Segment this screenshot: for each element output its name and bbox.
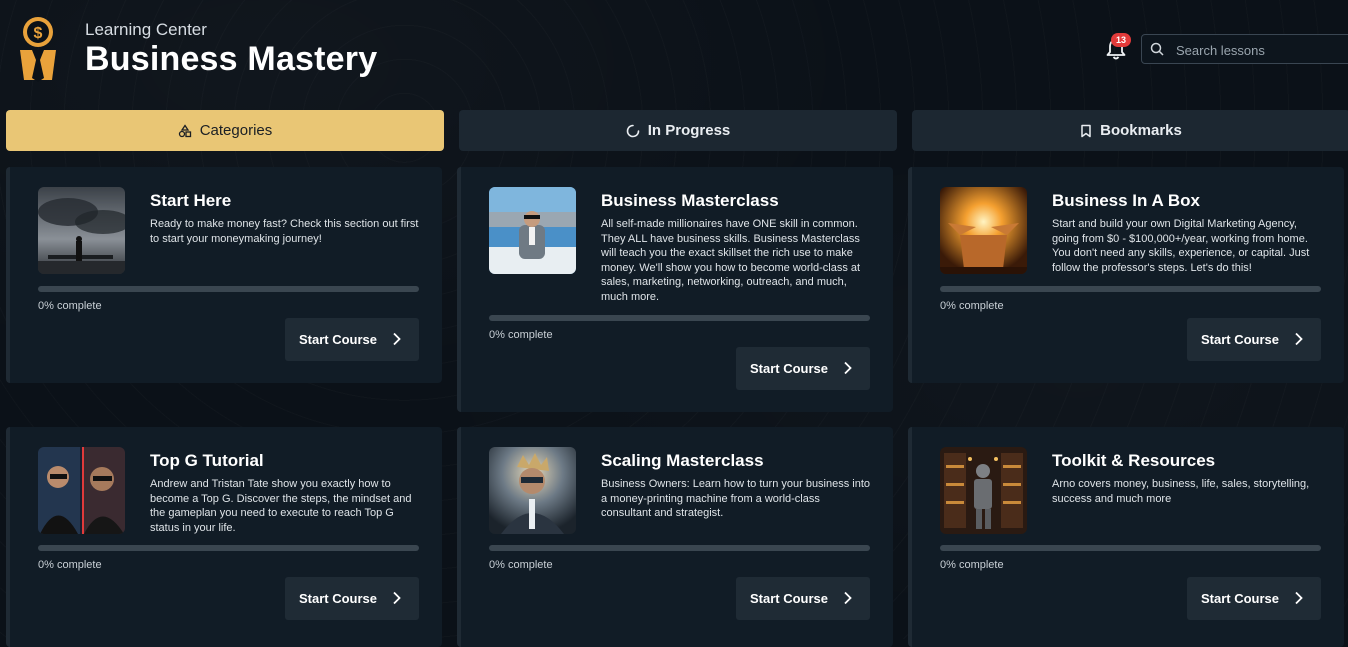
progress-text: 0% complete [38,559,102,571]
start-course-button[interactable]: Start Course [285,577,419,620]
tab-label: In Progress [647,122,731,139]
course-title: Toolkit & Resources [1052,451,1216,470]
progress-bar [489,315,870,321]
chevron-right-icon [393,591,401,605]
progress-bar [38,286,419,292]
course-description: Business Owners: Learn how to turn your … [601,478,871,520]
start-course-button[interactable]: Start Course [1187,318,1321,361]
button-label: Start Course [299,591,378,606]
progress-text: 0% complete [38,300,102,312]
button-label: Start Course [1201,332,1280,347]
course-title: Business Masterclass [601,191,779,210]
course-thumbnail [38,447,125,534]
tab-bookmarks[interactable]: Bookmarks [912,110,1348,151]
notification-badge: 13 [1111,33,1131,47]
course-card-start-here[interactable]: Start Here Ready to make money fast? Che… [6,167,442,383]
course-title: Business In A Box [1052,191,1200,210]
search-input[interactable] [1174,35,1348,65]
logo-icon: $ [20,17,56,82]
progress-text: 0% complete [489,559,553,571]
header: $ Learning Center Business Mastery 13 [0,0,1348,105]
button-label: Start Course [299,332,378,347]
course-thumbnail [489,187,576,274]
course-title: Scaling Masterclass [601,451,764,470]
button-label: Start Course [750,591,829,606]
page-title: Business Mastery [85,40,378,78]
course-description: Arno covers money, business, life, sales… [1052,478,1310,505]
tab-categories[interactable]: Categories [6,110,444,151]
progress-bar [940,286,1321,292]
start-course-button[interactable]: Start Course [1187,577,1321,620]
shapes-icon [178,123,191,137]
tab-label: Categories [199,122,273,139]
course-thumbnail [940,187,1027,274]
course-card-business-in-a-box[interactable]: Business In A Box Start and build your o… [908,167,1344,383]
tab-in-progress[interactable]: In Progress [459,110,897,151]
start-course-button[interactable]: Start Course [285,318,419,361]
start-course-button[interactable]: Start Course [736,347,870,390]
chevron-right-icon [1295,332,1303,346]
course-card-business-masterclass[interactable]: Business Masterclass All self-made milli… [457,167,893,412]
course-card-top-g-tutorial[interactable]: Top G Tutorial Andrew and Tristan Tate s… [6,427,442,647]
course-description: Andrew and Tristan Tate show you exactly… [150,478,412,534]
chevron-right-icon [1295,591,1303,605]
course-description: All self-made millionaires have ONE skil… [601,218,861,303]
button-label: Start Course [750,361,829,376]
loading-icon [626,124,640,137]
course-description: Start and build your own Digital Marketi… [1052,218,1310,274]
button-label: Start Course [1201,591,1280,606]
start-course-button[interactable]: Start Course [736,577,870,620]
course-thumbnail [38,187,125,274]
course-title: Start Here [150,191,232,210]
search-box[interactable] [1141,34,1348,65]
course-thumbnail [940,447,1027,534]
progress-bar [38,545,419,551]
app-subtitle: Learning Center [85,20,207,39]
course-title: Top G Tutorial [150,451,264,470]
course-card-toolkit-resources[interactable]: Toolkit & Resources Arno covers money, b… [908,427,1344,647]
progress-bar [489,545,870,551]
progress-text: 0% complete [489,329,553,341]
chevron-right-icon [844,591,852,605]
svg-text:$: $ [34,25,43,42]
progress-text: 0% complete [940,559,1004,571]
course-description: Ready to make money fast? Check this sec… [150,218,419,245]
course-thumbnail [489,447,576,534]
progress-text: 0% complete [940,300,1004,312]
tab-label: Bookmarks [1100,122,1182,139]
progress-bar [940,545,1321,551]
chevron-right-icon [393,332,401,346]
bookmark-icon [1081,124,1091,137]
search-icon [1150,42,1164,56]
course-card-scaling-masterclass[interactable]: Scaling Masterclass Business Owners: Lea… [457,427,893,647]
chevron-right-icon [844,361,852,375]
